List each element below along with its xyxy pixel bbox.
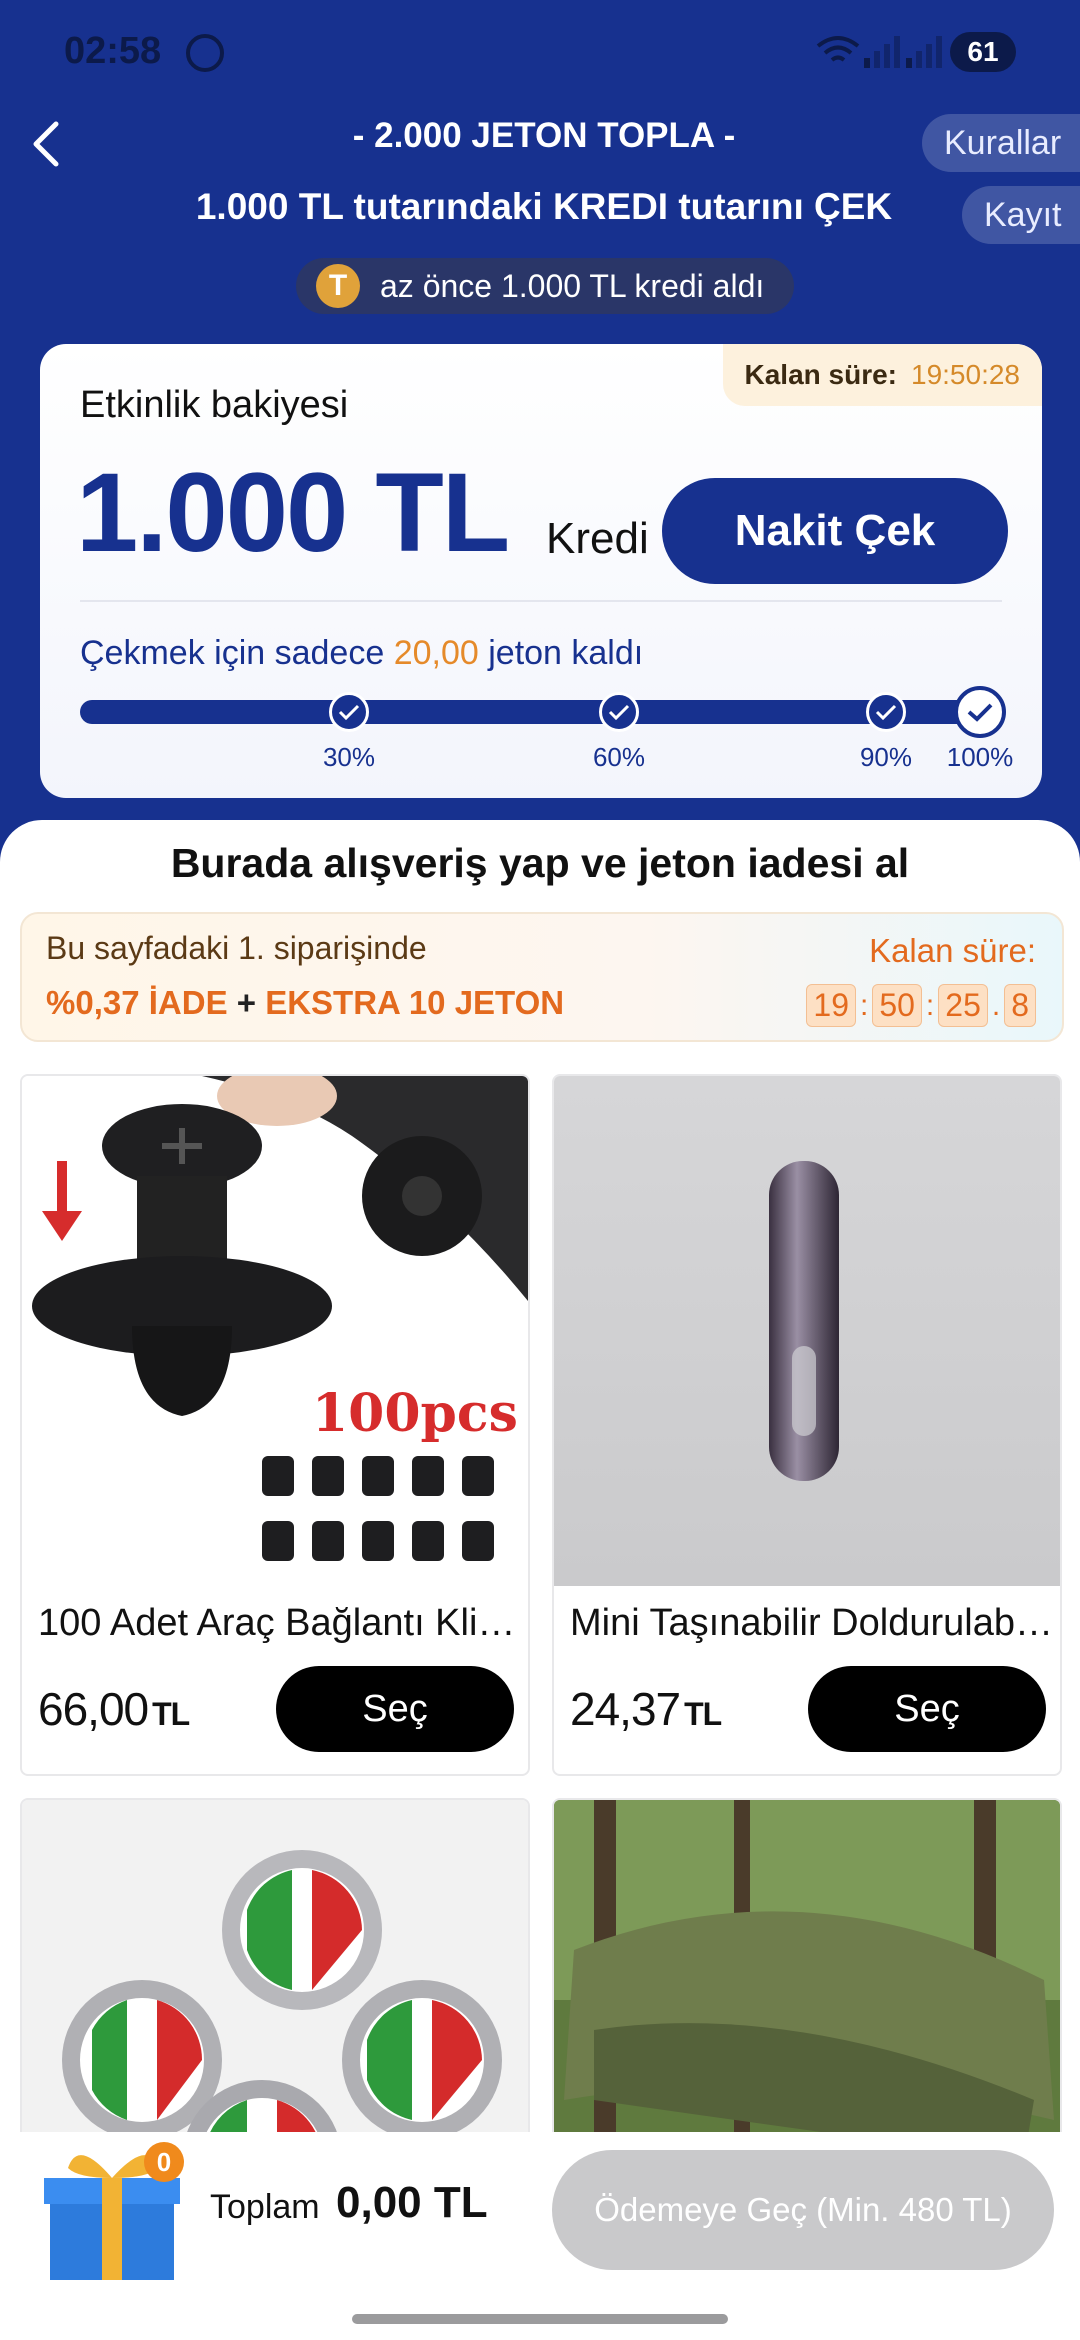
progress-prefix: Çekmek için sadece (80, 634, 394, 672)
ticker-text: az önce 1.000 TL kredi aldı (380, 267, 765, 304)
price-value: 24,37 (570, 1683, 681, 1735)
price-currency: TL (152, 1696, 190, 1732)
product-image (554, 1076, 1060, 1586)
milestone-label: 30% (322, 742, 376, 772)
product-image: 100pcs (22, 1076, 528, 1586)
countdown-minutes: 50 (872, 984, 922, 1027)
product-card[interactable]: 100pcs 100 Adet Araç Bağlantı Klipsi 66,… (20, 1074, 530, 1776)
progress-remaining: 20,00 (393, 634, 479, 672)
card-divider (80, 600, 1002, 602)
timer-label: Kalan süre: (744, 359, 898, 390)
balance-amount: 1.000 TL (76, 450, 510, 575)
promo-banner: Bu sayfadaki 1. siparişinde %0,37 İADE +… (20, 912, 1064, 1042)
signal-icon (864, 36, 900, 68)
select-button[interactable]: Seç (276, 1666, 514, 1752)
coin-icon: T (316, 264, 360, 308)
product-name: Mini Taşınabilir Doldurulabilir Parfüm Ş… (570, 1602, 1056, 1644)
promo-offer: %0,37 İADE + EKSTRA 10 JETON (46, 984, 564, 1022)
price-value: 66,00 (38, 1683, 149, 1735)
balance-unit: Kredi (546, 514, 649, 563)
product-card[interactable]: Mini Taşınabilir Doldurulabilir Parfüm Ş… (552, 1074, 1062, 1776)
product-image-caption: 100pcs (312, 1383, 518, 1444)
cash-out-button[interactable]: Nakit Çek (662, 478, 1008, 584)
record-button[interactable]: Kayıt (962, 186, 1080, 244)
milestone-check-icon-90 (866, 692, 906, 732)
promo-plus: + (227, 984, 266, 1021)
balance-label: Etkinlik bakiyesi (80, 384, 349, 426)
progress-track (80, 700, 980, 724)
whatsapp-icon (186, 34, 224, 72)
activity-ticker: T az önce 1.000 TL kredi aldı (296, 258, 794, 314)
milestone-label: 90% (859, 742, 913, 772)
rules-button[interactable]: Kurallar (922, 114, 1080, 172)
battery-indicator: 61 (950, 32, 1016, 72)
milestone-label: 60% (592, 742, 646, 772)
page-title: - 2.000 JETON TOPLA - (352, 116, 736, 155)
milestone-label: 100% (946, 742, 1014, 772)
page-subtitle: 1.000 TL tutarındaki KREDI tutarını ÇEK (195, 186, 893, 227)
total-label: Toplam (210, 2188, 320, 2226)
price-currency: TL (684, 1696, 722, 1732)
countdown-seconds: 25 (938, 984, 988, 1027)
home-indicator[interactable] (352, 2314, 728, 2324)
progress-suffix: jeton kaldı (478, 634, 644, 672)
shop-title: Burada alışveriş yap ve jeton iadesi al (170, 840, 910, 886)
countdown-hours: 19 (806, 984, 856, 1027)
countdown-tenths: 8 (1004, 984, 1036, 1027)
product-price: 66,00 TL (38, 1682, 190, 1736)
promo-timer-label: Kalan süre: (869, 932, 1036, 969)
promo-countdown: 19 : 50 : 25 . 8 (806, 984, 1036, 1027)
promo-cashback: %0,37 İADE (46, 984, 228, 1021)
promo-first-order: Bu sayfadaki 1. siparişinde (46, 930, 427, 966)
product-price: 24,37 TL (570, 1682, 722, 1736)
select-button[interactable]: Seç (808, 1666, 1046, 1752)
total-value: 0,00 TL (336, 2178, 488, 2227)
product-name: 100 Adet Araç Bağlantı Klipsi (38, 1602, 524, 1644)
milestone-check-icon-60 (599, 692, 639, 732)
cart-count-badge: 0 (144, 2142, 184, 2182)
checkout-button[interactable]: Ödemeye Geç (Min. 480 TL) (552, 2150, 1054, 2270)
milestone-check-icon-100 (954, 686, 1006, 738)
status-time: 02:58 (64, 30, 162, 72)
wifi-icon (816, 36, 860, 62)
timer-value: 19:50:28 (911, 359, 1020, 390)
signal-icon-2 (906, 36, 942, 68)
promo-extra: EKSTRA 10 JETON (265, 984, 565, 1021)
balance-card: Kalan süre: 19:50:28 Etkinlik bakiyesi 1… (40, 344, 1042, 798)
progress-text: Çekmek için sadece 20,00 jeton kaldı (80, 634, 643, 673)
remaining-time-chip: Kalan süre: 19:50:28 (722, 344, 1042, 406)
milestone-check-icon-30 (329, 692, 369, 732)
